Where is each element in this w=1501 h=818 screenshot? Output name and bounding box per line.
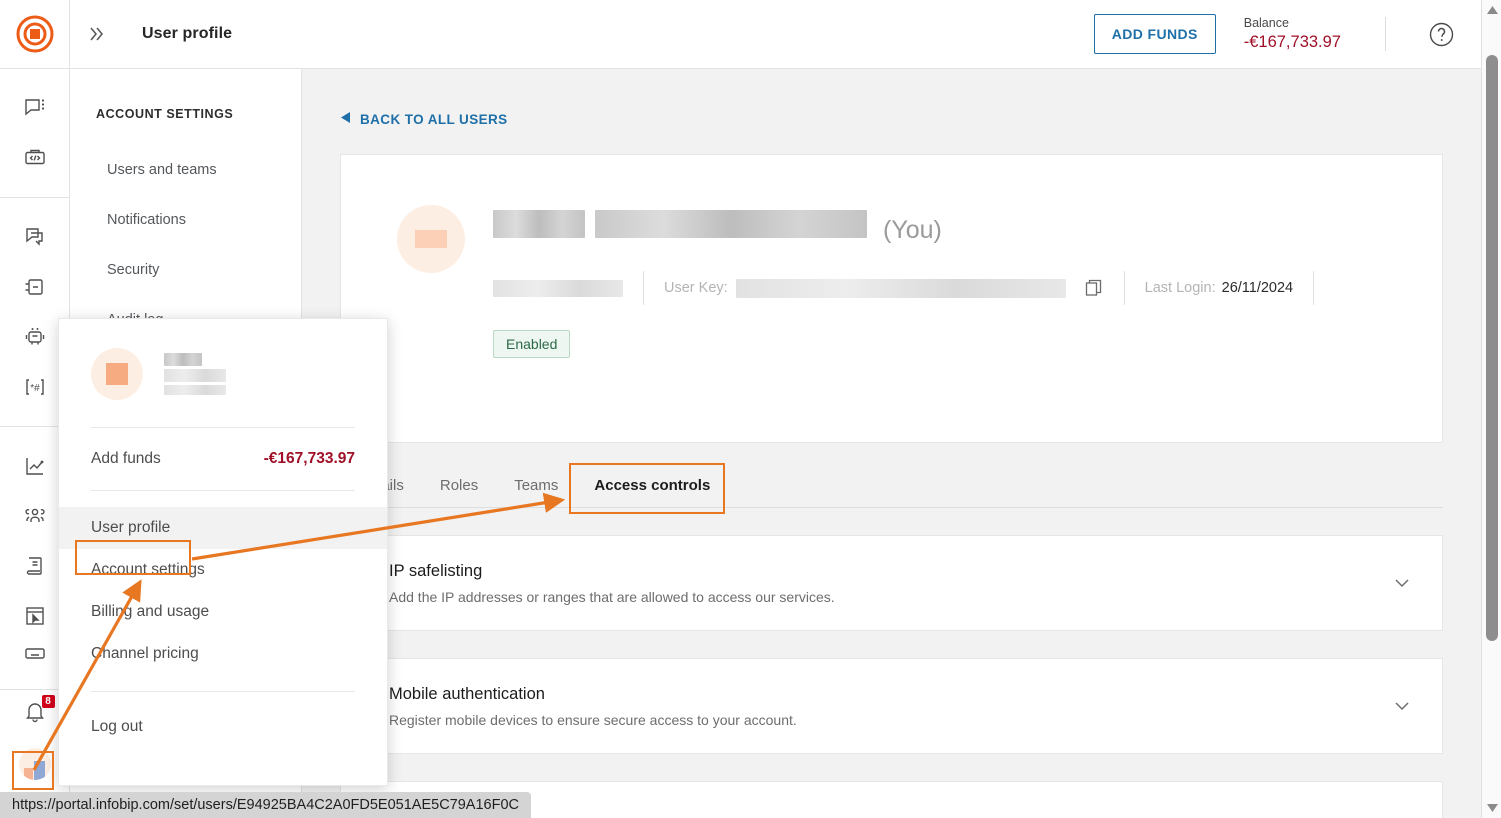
notification-badge: 8 [41,695,55,708]
menu-item-user-profile[interactable]: User profile [59,507,387,549]
header-actions: ADD FUNDS Balance -€167,733.97 [1093,14,1481,54]
header-divider [1385,17,1386,51]
profile-meta-row: User Key: Last Login: 26/11/2024 [493,271,1334,305]
chevron-down-icon[interactable] [1392,696,1412,716]
user-profile-card: (You) User Key: Last Login: 26/11/2024 E… [340,154,1443,443]
section-mobile-authentication[interactable]: Mobile authentication Register mobile de… [340,658,1443,754]
avatar-placeholder-shape [415,230,447,248]
avatar-placeholder-shape [106,363,128,385]
conversations-icon[interactable] [0,83,70,133]
sidebar-item-security[interactable]: Security [70,245,301,295]
profile-name-line: (You) [493,210,1334,245]
sidebar-item-users-and-teams[interactable]: Users and teams [70,145,301,195]
user-key-redacted [735,278,1066,298]
user-menu-avatar [91,348,143,400]
user-menu-header [59,319,387,400]
main-content: BACK TO ALL USERS (You) User Key: Last L… [302,69,1481,818]
section-subtitle: Add the IP addresses or ranges that are … [389,588,835,605]
avatar-shape-2 [34,761,45,780]
profile-identity: (You) User Key: Last Login: 26/11/2024 [493,205,1334,305]
avatar-shape-1 [24,768,33,780]
menu-item-account-settings[interactable]: Account settings [59,549,387,591]
profile-avatar [397,205,465,273]
balance-display: Balance -€167,733.97 [1244,15,1341,53]
add-funds-label: Add funds [91,450,161,467]
rail-group-communicate [0,69,69,183]
app-root: *# 8 User profile ADD FUNDS Balance -€16… [0,0,1501,818]
section-ip-safelisting-text: IP safelisting Add the IP addresses or r… [389,562,835,605]
profile-tabs: Details Roles Teams Access controls [340,477,1443,508]
scroll-up-arrow-icon[interactable] [1482,0,1501,20]
balance-value: -€167,733.97 [1243,33,1341,51]
browser-status-url: https://portal.infobip.com/set/users/E94… [0,792,531,818]
name-redact-line-3 [164,385,226,395]
add-funds-button[interactable]: ADD FUNDS [1093,14,1216,54]
page-title: User profile [142,25,233,42]
triangle-left-icon [340,111,351,127]
copy-icon[interactable] [1084,278,1104,298]
chevron-double-right-icon[interactable] [70,23,122,45]
profile-first-name-redacted [493,210,585,238]
add-funds-balance: -€167,733.97 [263,450,355,467]
section-title: Mobile authentication [389,684,545,703]
menu-item-channel-pricing[interactable]: Channel pricing [59,633,387,675]
last-login-label: Last Login: [1144,280,1216,296]
scroll-down-arrow-icon[interactable] [1482,798,1501,818]
name-redact-line-1 [164,353,202,366]
status-badge: Enabled [493,330,571,358]
section-ip-safelisting[interactable]: IP safelisting Add the IP addresses or r… [340,535,1443,631]
infobip-target-logo[interactable] [13,12,57,56]
scrollbar-thumb[interactable] [1486,55,1498,641]
meta-divider-1 [643,271,644,305]
tab-roles[interactable]: Roles [422,477,496,507]
meta-divider-3 [1313,271,1315,305]
section-subtitle: Register mobile devices to ensure secure… [389,711,797,728]
top-header-bar: User profile ADD FUNDS Balance -€167,733… [70,0,1481,69]
meta-divider-2 [1123,271,1125,305]
vertical-scrollbar[interactable] [1481,0,1501,818]
user-key-label: User Key: [664,280,728,296]
sidebar-heading: ACCOUNT SETTINGS [96,107,234,121]
section-title: IP safelisting [389,561,483,580]
user-account-menu: Add funds -€167,733.97 User profile Acco… [58,318,388,786]
user-avatar [18,748,51,780]
profile-you-suffix: (You) [883,216,942,244]
chevron-down-icon[interactable] [1392,573,1412,593]
menu-item-log-out[interactable]: Log out [59,706,387,748]
profile-email-redacted [595,210,867,238]
broadcast-icon[interactable] [0,212,70,262]
svg-text:*#: *# [30,383,40,394]
profile-role-redacted [493,279,623,297]
tab-access-controls[interactable]: Access controls [576,477,728,507]
developer-tools-icon[interactable] [0,133,70,183]
user-menu-add-funds[interactable]: Add funds -€167,733.97 [59,428,387,490]
sidebar-item-notifications[interactable]: Notifications [70,195,301,245]
profile-header-row: (You) User Key: Last Login: 26/11/2024 [341,155,1442,305]
user-menu-name-redacted [164,353,226,395]
menu-item-billing-and-usage[interactable]: Billing and usage [59,591,387,633]
name-redact-line-2 [164,369,226,382]
back-to-all-users-link[interactable]: BACK TO ALL USERS [302,69,1481,127]
last-login-value: 26/11/2024 [1221,280,1294,296]
flow-icon[interactable] [0,262,70,312]
section-mobile-authentication-text: Mobile authentication Register mobile de… [389,685,797,728]
tab-teams[interactable]: Teams [496,477,576,507]
question-circle-icon[interactable] [1428,21,1455,48]
balance-label: Balance [1243,16,1289,30]
back-link-label: BACK TO ALL USERS [360,111,508,127]
